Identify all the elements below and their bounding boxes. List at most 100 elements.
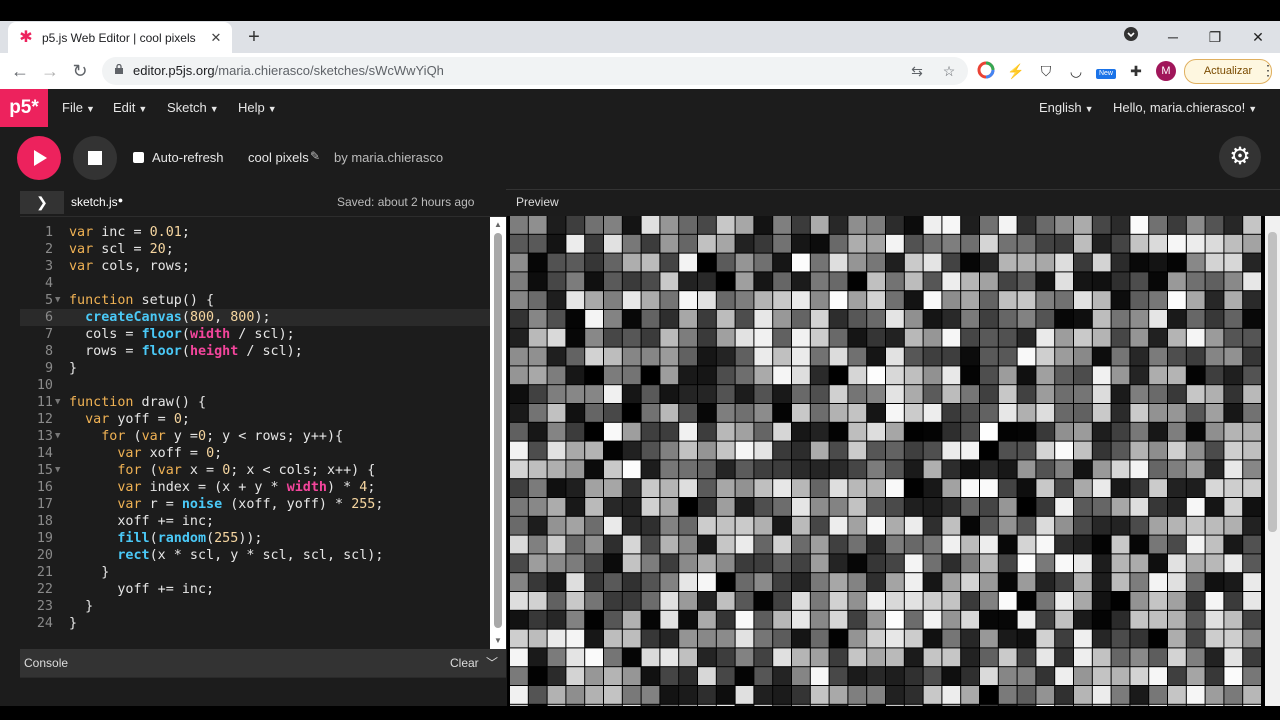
bookmark-star-icon[interactable]: ☆ (940, 62, 958, 80)
language-selector[interactable]: English ▼ (1039, 100, 1094, 115)
code-line[interactable]: 9} (20, 360, 490, 377)
settings-gear-icon[interactable]: ⚙ (1219, 136, 1261, 178)
code-line[interactable]: 23 } (20, 598, 490, 615)
editor-scrollbar[interactable]: ▲ ▼ (490, 217, 506, 650)
forward-icon[interactable]: → (39, 60, 61, 82)
editor-scroll-thumb[interactable] (494, 233, 502, 628)
unsaved-indicator: ● (117, 195, 124, 205)
code-line[interactable]: 11 ▼ function draw() { (20, 394, 490, 411)
green-extension-icon[interactable]: ⚡ (1006, 61, 1026, 81)
new-tab-button[interactable]: + (244, 26, 264, 48)
code-line[interactable]: 22 yoff += inc; (20, 581, 490, 598)
canvas-pixel (566, 291, 585, 309)
canvas-pixel (998, 216, 1017, 234)
code-line[interactable]: 21 } (20, 564, 490, 581)
code-line[interactable]: 5 ▼ function setup() { (20, 292, 490, 309)
code-line[interactable]: 24} (20, 615, 490, 632)
sidebar-toggle-button[interactable]: ❯ (20, 191, 64, 214)
preview-frame[interactable] (507, 216, 1280, 706)
canvas-pixel (792, 610, 810, 629)
file-tab[interactable]: sketch.js● (71, 195, 123, 209)
profile-avatar[interactable]: M (1156, 61, 1176, 81)
preview-scroll-thumb[interactable] (1268, 232, 1277, 532)
code-line[interactable]: 13 ▼ for (var y =0; y < rows; y++){ (20, 428, 490, 445)
canvas-pixel (510, 629, 528, 648)
chrome-color-extension-icon[interactable] (976, 61, 996, 81)
user-menu[interactable]: Hello, maria.chierasco! ▼ (1113, 100, 1257, 115)
canvas-pixel (754, 253, 773, 272)
canvas-pixel (698, 253, 716, 272)
menu-file[interactable]: File ▼ (62, 100, 95, 115)
canvas-pixel (1074, 404, 1092, 422)
canvas-pixel (1224, 516, 1243, 535)
play-button[interactable] (17, 136, 61, 180)
close-window-button[interactable]: ✕ (1248, 25, 1268, 49)
editor-toolbar: Auto-refresh cool pixels ✎ by maria.chie… (0, 127, 1280, 190)
sketch-author[interactable]: by maria.chierasco (334, 150, 443, 165)
canvas-pixel (1168, 366, 1186, 385)
code-line[interactable]: 16 var index = (x + y * width) * 4; (20, 479, 490, 496)
line-number: 21 (36, 565, 53, 580)
new-extension-icon[interactable]: New (1096, 61, 1116, 81)
translate-icon[interactable]: ⇆ (908, 62, 926, 80)
code-line[interactable]: 17 var r = noise (xoff, yoff) * 255; (20, 496, 490, 513)
canvas-pixel (1092, 516, 1111, 535)
canvas-pixel (622, 592, 641, 610)
fold-toggle-icon[interactable]: ▼ (55, 462, 60, 479)
code-line[interactable]: 12 var yoff = 0; (20, 411, 490, 428)
scroll-down-icon[interactable]: ▼ (492, 636, 504, 645)
code-line[interactable]: 4 (20, 275, 490, 292)
auto-refresh-checkbox[interactable] (133, 152, 144, 163)
minimize-button[interactable]: ─ (1163, 25, 1183, 49)
canvas-pixel (1186, 366, 1205, 385)
extensions-puzzle-icon[interactable]: ✚ (1126, 61, 1146, 81)
fold-toggle-icon[interactable]: ▼ (55, 428, 60, 445)
console-clear-button[interactable]: Clear (450, 656, 479, 670)
fold-toggle-icon[interactable]: ▼ (55, 394, 60, 411)
scroll-up-icon[interactable]: ▲ (492, 220, 504, 229)
address-bar[interactable]: editor.p5js.org/maria.chierasco/sketches… (102, 57, 968, 85)
code-line[interactable]: 10 (20, 377, 490, 394)
code-line[interactable]: 20 rect(x * scl, y * scl, scl, scl); (20, 547, 490, 564)
preview-scrollbar[interactable] (1265, 216, 1280, 706)
back-icon[interactable]: ← (9, 60, 31, 82)
menu-help[interactable]: Help ▼ (238, 100, 277, 115)
p5-logo[interactable]: p5* (0, 89, 48, 127)
canvas-pixel (510, 441, 528, 460)
menu-sketch[interactable]: Sketch ▼ (167, 100, 219, 115)
code-text: } (69, 565, 110, 580)
code-editor[interactable]: 1 var inc = 0.01; 2 var scl = 20; 3 var cols,… (20, 216, 506, 650)
maximize-button[interactable]: ❐ (1205, 25, 1225, 49)
canvas-pixel (622, 441, 641, 460)
reload-icon[interactable]: ↻ (69, 60, 91, 82)
code-line[interactable]: 18 xoff += inc; (20, 513, 490, 530)
canvas-pixel (980, 422, 998, 441)
pencil-icon[interactable]: ✎ (310, 149, 320, 163)
shield-extension-icon[interactable]: ⛉ (1036, 61, 1056, 81)
fold-toggle-icon[interactable]: ▼ (55, 292, 60, 309)
code-line[interactable]: 6 createCanvas(800, 800); (20, 309, 490, 326)
pocket-extension-icon[interactable]: ◡ (1066, 61, 1086, 81)
tab-close-icon[interactable]: ✕ (208, 30, 224, 46)
code-line[interactable]: 7 cols = floor(width / scl); (20, 326, 490, 343)
canvas-pixel (510, 592, 528, 610)
code-line[interactable]: 3 var cols, rows; (20, 258, 490, 275)
browser-menu-icon[interactable]: ⋮ (1258, 60, 1278, 80)
code-line[interactable]: 15 ▼ for (var x = 0; x < cols; x++) { (20, 462, 490, 479)
canvas-pixel (1111, 535, 1130, 554)
stop-button[interactable] (73, 136, 117, 180)
canvas-pixel (679, 498, 697, 516)
code-line[interactable]: 1 var inc = 0.01; (20, 224, 490, 241)
canvas-pixel (566, 404, 585, 422)
code-line[interactable]: 2 var scl = 20; (20, 241, 490, 258)
menu-edit[interactable]: Edit ▼ (113, 100, 147, 115)
code-line[interactable]: 14 var xoff = 0; (20, 445, 490, 462)
canvas-pixel (585, 554, 603, 573)
canvas-pixel (585, 216, 603, 234)
code-line[interactable]: 19 fill(random(255)); (20, 530, 490, 547)
sketch-name[interactable]: cool pixels (248, 150, 309, 165)
code-line[interactable]: 8 rows = floor(height / scl); (20, 343, 490, 360)
console-collapse-icon[interactable]: ﹀ (486, 654, 498, 671)
tab-search-icon[interactable] (1122, 25, 1140, 49)
browser-tab[interactable]: ✱ p5.js Web Editor | cool pixels ✕ (8, 22, 232, 53)
